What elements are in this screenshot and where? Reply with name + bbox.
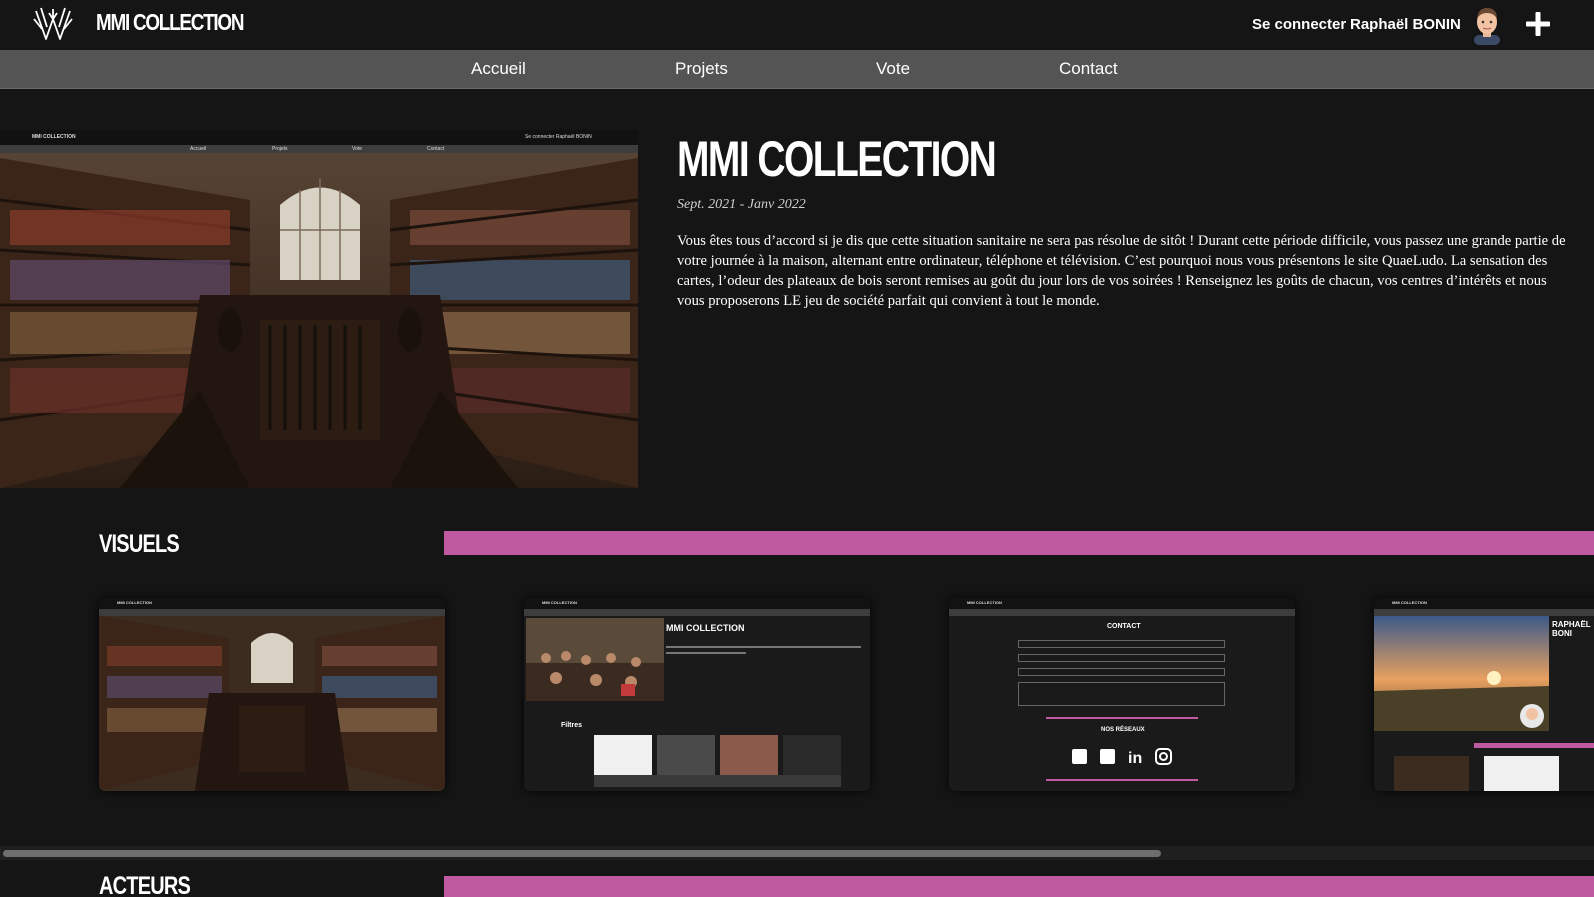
- top-bar: MMI COLLECTION Se connecter Raphaël BONI…: [0, 0, 1594, 50]
- thumb4-mini-topbar: MMI COLLECTION: [1374, 598, 1594, 609]
- thumb3-brand: MMI COLLECTION: [967, 600, 1002, 605]
- thumb3-title: CONTACT: [1107, 623, 1141, 630]
- thumb3-divider-top: [1046, 717, 1198, 719]
- hero-mini-nav-3: Vote: [352, 146, 363, 152]
- svg-text:in: in: [1128, 750, 1142, 766]
- nav-item-contact[interactable]: Contact: [1059, 59, 1118, 79]
- library-photo: [0, 130, 638, 488]
- project-date: Sept. 2021 - Janv 2022: [677, 197, 806, 212]
- section-title-visuels: VISUELS: [99, 530, 180, 558]
- visual-thumbnail-4[interactable]: MMI COLLECTION RAPHAËL BONI: [1374, 598, 1594, 791]
- project-description: Vous êtes tous d’accord si je dis que ce…: [677, 233, 1566, 309]
- hero-mini-topbar: MMI COLLECTION Se connecter Raphaël BONI…: [0, 130, 638, 145]
- thumb4-card-2: [1484, 756, 1559, 791]
- thumb3-mini-topbar: MMI COLLECTION: [949, 598, 1295, 609]
- thumb3-networks-label: NOS RÉSEAUX: [1101, 727, 1145, 733]
- thumb1-brand: MMI COLLECTION: [117, 600, 152, 605]
- thumb4-sunset-image: [1374, 616, 1549, 731]
- thumb2-brand: MMI COLLECTION: [542, 600, 577, 605]
- thumb2-card-3: [720, 735, 778, 775]
- project-hero-image: MMI COLLECTION Se connecter Raphaël BONI…: [0, 130, 638, 488]
- visual-thumbnail-3[interactable]: MMI COLLECTION CONTACT NOS RÉSEAUX in: [949, 598, 1295, 791]
- thumb2-mini-topbar: MMI COLLECTION: [524, 598, 870, 609]
- hero-mini-brand: MMI COLLECTION: [32, 134, 76, 140]
- thumb2-title: MMI COLLECTION: [666, 623, 745, 633]
- nav-item-vote[interactable]: Vote: [876, 59, 910, 79]
- main-nav: Accueil Projets Vote Contact: [0, 50, 1594, 89]
- thumb3-message-field: [1018, 682, 1225, 706]
- thumb4-card-1: [1394, 756, 1469, 791]
- project-title: MMI COLLECTION: [677, 131, 997, 187]
- avatar[interactable]: [1470, 5, 1504, 45]
- thumb2-classroom-image: [526, 618, 664, 701]
- thumb4-name: RAPHAËL BONI: [1552, 620, 1591, 638]
- thumb3-field-2: [1018, 654, 1225, 662]
- thumb3-field-1: [1018, 640, 1225, 648]
- thumb4-brand: MMI COLLECTION: [1392, 600, 1427, 605]
- thumb4-pink-bar: [1474, 743, 1594, 748]
- scrollbar-thumb[interactable]: [3, 850, 1161, 857]
- thumb3-divider-bottom: [1046, 779, 1198, 781]
- visual-thumbnail-2[interactable]: MMI COLLECTION MMI COLLECTION Filtres: [524, 598, 870, 791]
- section-divider-acteurs: [444, 876, 1594, 897]
- hero-mini-nav-2: Projets: [272, 146, 288, 152]
- hero-mini-login: Se connecter Raphaël BONIN: [525, 134, 592, 140]
- hero-mini-nav-1: Accueil: [190, 146, 207, 152]
- thumb1-mini-nav: [99, 609, 445, 616]
- thumb1-mini-topbar: MMI COLLECTION: [99, 598, 445, 609]
- section-divider-visuels: [444, 531, 1594, 555]
- thumb2-mini-nav: [524, 609, 870, 616]
- thumb1-library-image: [99, 598, 445, 791]
- thumb2-filters-label: Filtres: [561, 722, 583, 729]
- thumb3-mini-nav: [949, 609, 1295, 616]
- thumb4-mini-nav: [1374, 609, 1594, 616]
- thumb2-card-2: [657, 735, 715, 775]
- hero-mini-nav-4: Contact: [427, 146, 445, 152]
- thumb2-text-line-2: [666, 652, 746, 654]
- visual-thumbnail-1[interactable]: MMI COLLECTION: [99, 598, 445, 791]
- username-label[interactable]: Raphaël BONIN: [1350, 16, 1461, 33]
- thumb3-social-icons: in: [1072, 748, 1172, 766]
- add-icon[interactable]: [1522, 8, 1554, 40]
- thumb2-card-1: [594, 735, 652, 775]
- thumb3-field-3: [1018, 668, 1225, 676]
- thumb2-card-footer: [594, 775, 841, 787]
- brand-title[interactable]: MMI COLLECTION: [96, 9, 244, 36]
- thumb2-text-line-1: [666, 646, 861, 648]
- logo-icon[interactable]: [32, 5, 74, 45]
- hero-mini-nav: Accueil Projets Vote Contact: [0, 145, 638, 153]
- nav-item-accueil[interactable]: Accueil: [471, 59, 526, 79]
- thumb2-card-4: [783, 735, 841, 775]
- section-title-acteurs: ACTEURS: [99, 872, 191, 897]
- login-link[interactable]: Se connecter: [1252, 16, 1346, 33]
- nav-item-projets[interactable]: Projets: [675, 59, 728, 79]
